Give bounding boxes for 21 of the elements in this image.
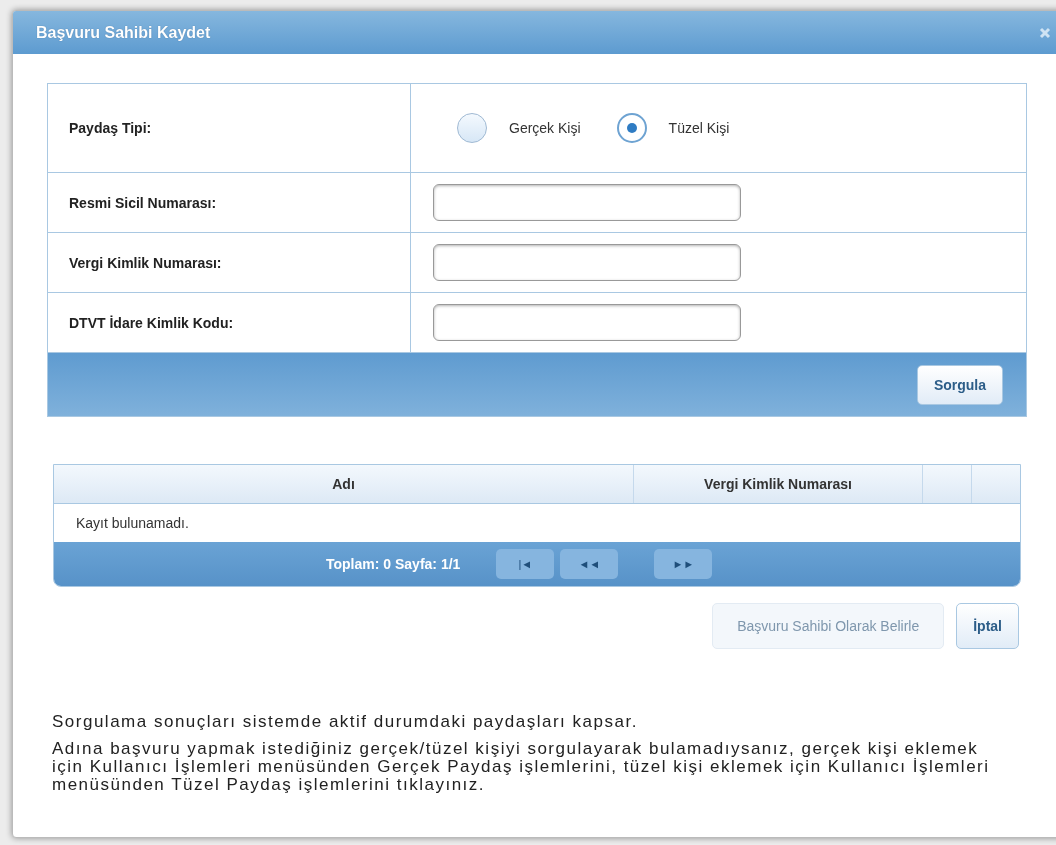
radio-button[interactable] (457, 113, 487, 143)
dialog-title: Başvuru Sahibi Kaydet (36, 23, 211, 42)
cancel-button[interactable]: İptal (956, 603, 1019, 649)
field-label: Resmi Sicil Numarası: (69, 194, 217, 211)
field-label: Vergi Kimlik Numarası: (69, 254, 222, 271)
page-summary: Toplam: 0 Sayfa: 1/1 (326, 556, 461, 572)
tax-number-field[interactable] (433, 244, 741, 281)
info-text: Sorgulama sonuçları sistemde aktif durumdaki paydaşları kapsar. (52, 713, 639, 731)
radio-label: Tüzel Kişi (668, 120, 730, 136)
radio-label: Gerçek Kişi (509, 120, 581, 136)
query-button[interactable]: Sorgula (916, 364, 1003, 405)
registry-number-field[interactable] (433, 184, 741, 221)
admin-code-field[interactable] (433, 304, 741, 341)
field-label: DTVT İdare Kimlik Kodu: (69, 314, 234, 331)
field-label: Paydaş Tipi: (69, 120, 152, 136)
column-header[interactable]: Adı (54, 465, 634, 503)
close-icon[interactable] (1039, 27, 1051, 39)
column-header[interactable]: Vergi Kimlik Numarası (634, 465, 923, 503)
empty-message: Kayıt bulunamadı. (76, 515, 189, 531)
info-text: Adına başvuru yapmak istediğiniz gerçek/tüzel kişiyi sorgulayarak bulamadıysanız, gerçek kişi eklemek için Kullanıcı İşlemleri menüsünden Gerçek Paydaş işlemlerini, tüzel kişi eklemek için Kullanıcı İşlemleri menüsünden Tüzel Paydaş işlemlerini tıklayınız. (52, 740, 991, 794)
radio-button[interactable] (616, 113, 647, 143)
